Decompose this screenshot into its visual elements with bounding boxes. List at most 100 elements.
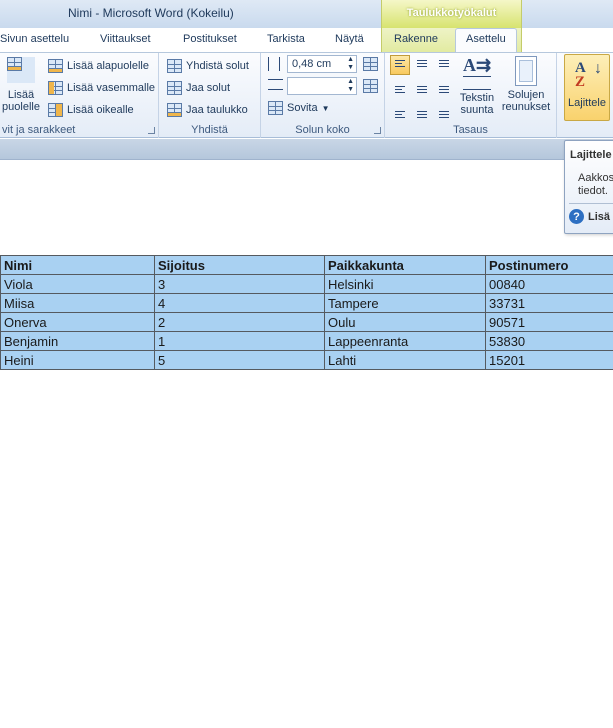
table-cell[interactable]: 90571: [485, 312, 613, 332]
table-cell[interactable]: 5: [154, 350, 325, 370]
merge-cells-button[interactable]: Yhdistä solut: [167, 56, 249, 76]
merge-cells-label: Yhdistä solut: [186, 60, 249, 72]
table-cell[interactable]: Helsinki: [324, 274, 486, 294]
document-table[interactable]: Nimi Sijoitus Paikkakunta Postinumero Vi…: [0, 255, 613, 370]
align-middle-right-button[interactable]: [434, 78, 454, 98]
sort-label: Lajittele: [568, 97, 606, 109]
distribute-columns-icon[interactable]: [363, 79, 378, 93]
contextual-tab-group: Taulukkotyökalut: [381, 0, 522, 28]
column-width-icon: [268, 79, 283, 90]
table-cell[interactable]: Tampere: [324, 293, 486, 313]
tab-viittaukset[interactable]: Viittaukset: [100, 33, 151, 45]
insert-left-label: Lisää vasemmalle: [67, 82, 156, 94]
align-bottom-left-button[interactable]: [390, 101, 410, 121]
ruler-strip: [0, 139, 613, 160]
align-middle-left-button[interactable]: [390, 78, 410, 98]
table-cell[interactable]: Viola: [0, 274, 155, 294]
align-bottom-center-button[interactable]: [412, 101, 432, 121]
tab-postitukset[interactable]: Postitukset: [183, 33, 237, 45]
autofit-button[interactable]: Sovita ▼: [268, 98, 330, 118]
table-cell[interactable]: Lappeenranta: [324, 331, 486, 351]
split-cells-label: Jaa solut: [186, 82, 231, 94]
split-table-button[interactable]: Jaa taulukko: [167, 100, 248, 120]
tooltip-title: Lajittele: [570, 149, 612, 161]
insert-left-button[interactable]: Lisää vasemmalle: [48, 78, 155, 98]
group-cell-size: 0,48 cm ▲ ▼ ▲ ▼ Sovita ▼ Solun koko: [261, 53, 385, 138]
column-width-input[interactable]: ▲ ▼: [287, 77, 357, 95]
tab-rakenne[interactable]: Rakenne: [394, 33, 438, 45]
row-height-icon: [268, 57, 280, 71]
contextual-group-label: Taulukkotyökalut: [406, 7, 497, 19]
tooltip-line-2: tiedot.: [578, 185, 608, 197]
ribbon: Lisää puolelle Lisää alapuolelle Lisää v…: [0, 52, 613, 138]
cell-margins-button[interactable]: Solujen reunukset: [499, 56, 553, 118]
table-cell[interactable]: Heini: [0, 350, 155, 370]
tab-nayta[interactable]: Näytä: [335, 33, 364, 45]
insert-right-label: Lisää oikealle: [67, 104, 134, 116]
tooltip-help-link[interactable]: ? Lisä: [569, 209, 610, 224]
insert-above-icon: [7, 57, 35, 83]
column-width-spinner-icon[interactable]: ▲ ▼: [347, 78, 354, 94]
align-bottom-right-button[interactable]: [434, 101, 454, 121]
table-header-cell[interactable]: Nimi: [0, 255, 155, 275]
sort-az-icon: AZ: [575, 60, 586, 90]
word-window: Nimi - Microsoft Word (Kokeilu) Taulukko…: [0, 0, 613, 728]
insert-left-icon: [48, 81, 63, 95]
rows-columns-launcher-icon[interactable]: [148, 127, 155, 134]
table-cell[interactable]: 53830: [485, 331, 613, 351]
table-cell[interactable]: 3: [154, 274, 325, 294]
table-cell[interactable]: Benjamin: [0, 331, 155, 351]
group-label-alignment: Tasaus: [453, 124, 488, 136]
table-cell[interactable]: Lahti: [324, 350, 486, 370]
row-height-input[interactable]: 0,48 cm ▲ ▼: [287, 55, 357, 73]
align-top-center-button[interactable]: [412, 55, 432, 75]
help-icon: ?: [569, 209, 584, 224]
ribbon-tab-row: Sivun asettelu Viittaukset Postitukset T…: [0, 28, 613, 53]
tooltip-line-1: Aakkos: [578, 172, 613, 184]
split-table-label: Jaa taulukko: [186, 104, 248, 116]
autofit-label: Sovita: [287, 102, 318, 114]
group-label-rows-columns: vit ja sarakkeet: [2, 124, 76, 136]
row-height-spinner-icon[interactable]: ▲ ▼: [347, 56, 354, 72]
table-row: Benjamin 1 Lappeenranta 53830: [0, 331, 613, 351]
table-cell[interactable]: 15201: [485, 350, 613, 370]
autofit-icon: [268, 101, 283, 115]
split-cells-button[interactable]: Jaa solut: [167, 78, 230, 98]
group-label-merge: Yhdistä: [191, 124, 228, 136]
insert-right-button[interactable]: Lisää oikealle: [48, 100, 134, 120]
table-cell[interactable]: 00840: [485, 274, 613, 294]
table-cell[interactable]: 4: [154, 293, 325, 313]
sort-button[interactable]: AZ ↓ Lajittele: [564, 54, 610, 121]
text-direction-icon: A⇉: [462, 55, 492, 75]
split-table-icon: [167, 103, 182, 117]
table-header-cell[interactable]: Sijoitus: [154, 255, 325, 275]
tab-sivun-asettelu[interactable]: Sivun asettelu: [0, 33, 69, 45]
sort-tooltip: Lajittele Aakkos tiedot. ? Lisä: [564, 140, 613, 234]
cell-size-launcher-icon[interactable]: [374, 127, 381, 134]
insert-below-button[interactable]: Lisää alapuolelle: [48, 56, 149, 76]
row-height-value: 0,48 cm: [292, 58, 332, 70]
table-row: Viola 3 Helsinki 00840: [0, 274, 613, 294]
align-top-left-button[interactable]: [390, 55, 410, 75]
text-direction-button[interactable]: A⇉ Tekstin suunta: [457, 56, 497, 118]
insert-above-button[interactable]: Lisää puolelle: [0, 57, 42, 119]
table-cell[interactable]: Oulu: [324, 312, 486, 332]
table-header-cell[interactable]: Postinumero: [485, 255, 613, 275]
insert-below-label: Lisää alapuolelle: [67, 60, 149, 72]
tab-tarkista[interactable]: Tarkista: [267, 33, 305, 45]
table-header-cell[interactable]: Paikkakunta: [324, 255, 486, 275]
table-cell[interactable]: Miisa: [0, 293, 155, 313]
table-row: Heini 5 Lahti 15201: [0, 350, 613, 370]
distribute-rows-icon[interactable]: [363, 57, 378, 71]
table-cell[interactable]: Onerva: [0, 312, 155, 332]
sort-arrow-icon: ↓: [594, 60, 602, 77]
table-row: Onerva 2 Oulu 90571: [0, 312, 613, 332]
table-cell[interactable]: 2: [154, 312, 325, 332]
insert-right-icon: [48, 103, 63, 117]
align-top-right-button[interactable]: [434, 55, 454, 75]
align-middle-center-button[interactable]: [412, 78, 432, 98]
tab-asettelu[interactable]: Asettelu: [455, 28, 517, 53]
cell-margins-icon: [515, 56, 537, 86]
table-cell[interactable]: 33731: [485, 293, 613, 313]
table-cell[interactable]: 1: [154, 331, 325, 351]
